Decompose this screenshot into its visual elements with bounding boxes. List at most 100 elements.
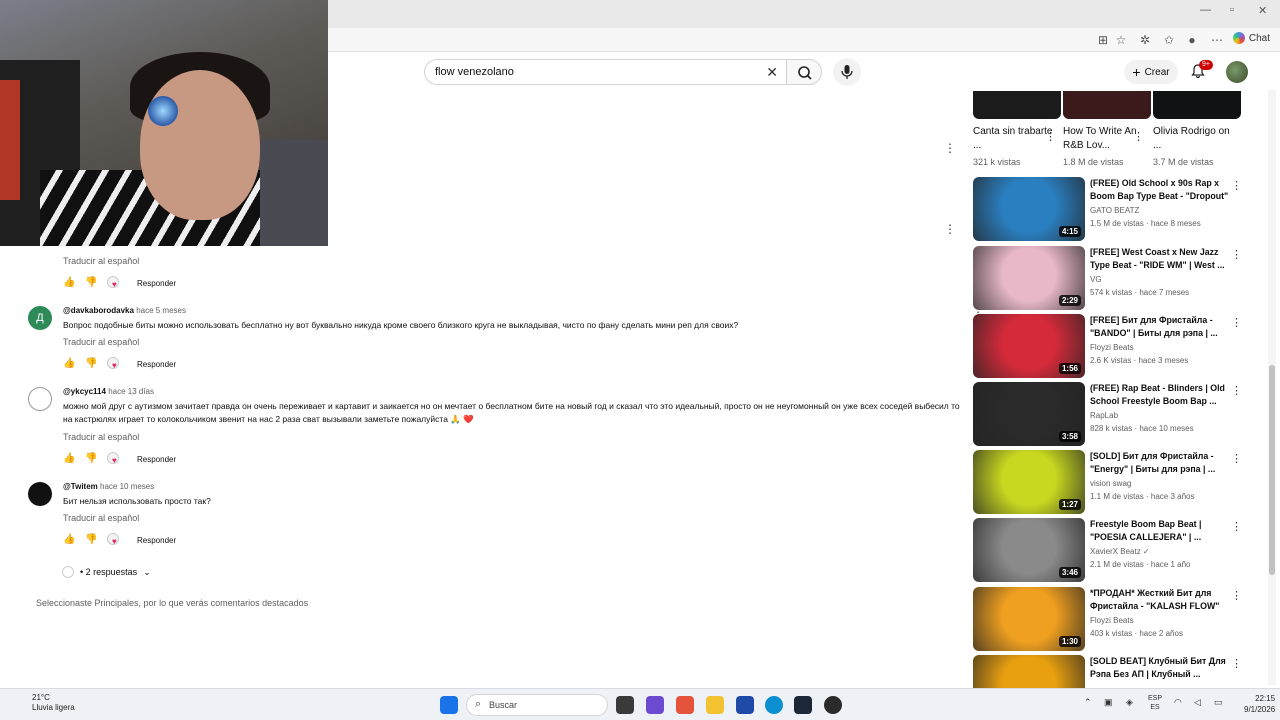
- scrollbar-thumb[interactable]: [1269, 365, 1275, 575]
- search-button[interactable]: [786, 59, 822, 85]
- video-channel[interactable]: VG: [1090, 275, 1102, 284]
- recommended-video[interactable]: 3:58 (FREE) Rap Beat - Blinders | Old Sch…: [973, 382, 1248, 446]
- video-thumbnail[interactable]: 1:56: [973, 314, 1085, 378]
- dislike-icon[interactable]: 👎: [85, 453, 97, 465]
- weather-widget[interactable]: 21°C Lluvia ligera: [18, 693, 75, 713]
- video-menu-icon[interactable]: ⋮: [1231, 179, 1242, 192]
- commenter-avatar[interactable]: [28, 482, 52, 506]
- extensions-icon[interactable]: ✲: [1138, 33, 1152, 47]
- translate-link[interactable]: Traducir al español: [63, 256, 139, 266]
- comment-time[interactable]: hace 13 días: [108, 387, 154, 396]
- teams-icon[interactable]: [646, 696, 664, 714]
- video-menu-icon[interactable]: ⋮: [1231, 248, 1242, 261]
- like-icon[interactable]: 👍: [63, 534, 75, 546]
- maximize-icon[interactable]: ▫: [1230, 4, 1234, 16]
- comment-author[interactable]: @davkaborodavka: [63, 306, 134, 315]
- dislike-icon[interactable]: 👎: [85, 277, 97, 289]
- obs-icon[interactable]: [824, 696, 842, 714]
- comment-menu-icon[interactable]: ⋮: [944, 223, 956, 235]
- tray-app-icon[interactable]: ◈: [1126, 697, 1133, 708]
- short-thumbnail[interactable]: [1063, 91, 1151, 119]
- video-title[interactable]: [SOLD BEAT] Клубный Бит Для Рэпа Без АП …: [1090, 655, 1230, 681]
- recommended-video[interactable]: 1:56 [FREE] Бит для Фристайла - "BANDO" |…: [973, 314, 1248, 378]
- video-thumbnail[interactable]: 4:15: [973, 177, 1085, 241]
- task-view-icon[interactable]: [616, 696, 634, 714]
- video-channel[interactable]: GATO BEATZ: [1090, 206, 1139, 215]
- recommended-video[interactable]: 1:27 [SOLD] Бит для Фристайла - "Energy" …: [973, 450, 1248, 514]
- translate-link[interactable]: Traducir al español: [63, 513, 139, 523]
- video-channel[interactable]: Floyzi Beats: [1090, 343, 1134, 352]
- tray-app-icon[interactable]: ▣: [1104, 697, 1113, 708]
- video-title[interactable]: (FREE) Old School x 90s Rap x Boom Bap T…: [1090, 177, 1230, 203]
- reply-button[interactable]: Responder: [137, 279, 176, 288]
- create-button[interactable]: + Crear: [1124, 60, 1178, 84]
- video-title[interactable]: [SOLD] Бит для Фристайла - "Energy" | Би…: [1090, 450, 1230, 476]
- minimize-icon[interactable]: —: [1200, 4, 1211, 16]
- commenter-avatar[interactable]: [28, 387, 52, 411]
- short-thumbnail[interactable]: [973, 91, 1061, 119]
- video-title[interactable]: (FREE) Rap Beat - Blinders | Old School …: [1090, 382, 1230, 408]
- video-channel[interactable]: Floyzi Beats: [1090, 616, 1134, 625]
- reply-button[interactable]: Responder: [137, 455, 176, 464]
- short-menu-icon[interactable]: ⋮: [1133, 130, 1144, 143]
- battery-icon[interactable]: ▭: [1214, 697, 1223, 708]
- video-menu-icon[interactable]: ⋮: [1231, 657, 1242, 670]
- file-explorer-icon[interactable]: [706, 696, 724, 714]
- short-menu-icon[interactable]: ⋮: [1045, 130, 1056, 143]
- video-title[interactable]: *ПРОДАН* Жесткий Бит для Фристайла - "KA…: [1090, 587, 1230, 613]
- commenter-avatar[interactable]: Д: [28, 306, 52, 330]
- app-available-icon[interactable]: ⊞: [1096, 33, 1110, 47]
- video-thumbnail[interactable]: 3:58: [973, 382, 1085, 446]
- translate-link[interactable]: Traducir al español: [63, 432, 139, 442]
- video-title[interactable]: [FREE] West Coast x New Jazz Type Beat -…: [1090, 246, 1230, 272]
- account-avatar[interactable]: [1226, 61, 1248, 83]
- dislike-icon[interactable]: 👎: [85, 358, 97, 370]
- video-menu-icon[interactable]: ⋮: [944, 142, 956, 154]
- store-icon[interactable]: [736, 696, 754, 714]
- favorites-icon[interactable]: ✩: [1162, 33, 1176, 47]
- video-menu-icon[interactable]: ⋮: [1231, 316, 1242, 329]
- video-menu-icon[interactable]: ⋮: [1231, 589, 1242, 602]
- windows-start-icon[interactable]: [440, 696, 458, 714]
- like-icon[interactable]: 👍: [63, 277, 75, 289]
- reply-button[interactable]: Responder: [137, 536, 176, 545]
- comment-author[interactable]: @Twitem: [63, 482, 98, 491]
- comment-time[interactable]: hace 10 meses: [100, 482, 154, 491]
- video-title[interactable]: Freestyle Boom Bap Beat | "POESIA CALLEJ…: [1090, 518, 1230, 544]
- volume-icon[interactable]: ◁: [1194, 697, 1201, 708]
- video-thumbnail[interactable]: 3:46: [973, 518, 1085, 582]
- steam-icon[interactable]: [794, 696, 812, 714]
- video-menu-icon[interactable]: ⋮: [1231, 452, 1242, 465]
- clock[interactable]: 22:15 9/1/2026: [1244, 693, 1275, 715]
- clear-search-icon[interactable]: ✕: [766, 64, 778, 81]
- video-channel[interactable]: RapLab: [1090, 411, 1118, 420]
- recommended-video[interactable]: 4:15 (FREE) Old School x 90s Rap x Boom B…: [973, 177, 1248, 241]
- recommended-video[interactable]: 1:30 *ПРОДАН* Жесткий Бит для Фристайла -…: [973, 587, 1248, 651]
- comment-time[interactable]: hace 5 meses: [136, 306, 186, 315]
- short-title[interactable]: How To Write An R&B Lov...: [1063, 125, 1143, 153]
- video-title[interactable]: [FREE] Бит для Фристайла - "BANDO" | Бит…: [1090, 314, 1230, 340]
- voice-search-button[interactable]: [833, 58, 861, 86]
- like-icon[interactable]: 👍: [63, 358, 75, 370]
- short-thumbnail[interactable]: [1153, 91, 1241, 119]
- video-channel[interactable]: XavierX Beatz ✓: [1090, 547, 1150, 556]
- reply-button[interactable]: Responder: [137, 360, 176, 369]
- taskbar-search[interactable]: ⌕ Buscar: [466, 694, 608, 716]
- keyboard-lang[interactable]: ESP: [1148, 694, 1162, 703]
- copilot-chat-button[interactable]: Chat: [1232, 32, 1270, 44]
- translate-link[interactable]: Traducir al español: [63, 337, 139, 347]
- profile-icon[interactable]: ●: [1185, 33, 1199, 47]
- video-thumbnail[interactable]: 1:27: [973, 450, 1085, 514]
- video-channel[interactable]: vision swag: [1090, 479, 1131, 488]
- copilot-app-icon[interactable]: [676, 696, 694, 714]
- dislike-icon[interactable]: 👎: [85, 534, 97, 546]
- short-title[interactable]: Canta sin trabarte ...: [973, 125, 1053, 153]
- tray-overflow-icon[interactable]: ⌃: [1084, 697, 1092, 708]
- edge-icon[interactable]: [765, 696, 783, 714]
- like-icon[interactable]: 👍: [63, 453, 75, 465]
- short-title[interactable]: Olivia Rodrigo on ...: [1153, 125, 1233, 153]
- recommended-video[interactable]: 3:46 Freestyle Boom Bap Beat | "POESIA CA…: [973, 518, 1248, 582]
- wifi-icon[interactable]: ◠: [1174, 697, 1182, 708]
- more-menu-icon[interactable]: ⋯: [1210, 33, 1224, 47]
- show-replies-button[interactable]: • 2 respuestas ⌄: [62, 566, 151, 578]
